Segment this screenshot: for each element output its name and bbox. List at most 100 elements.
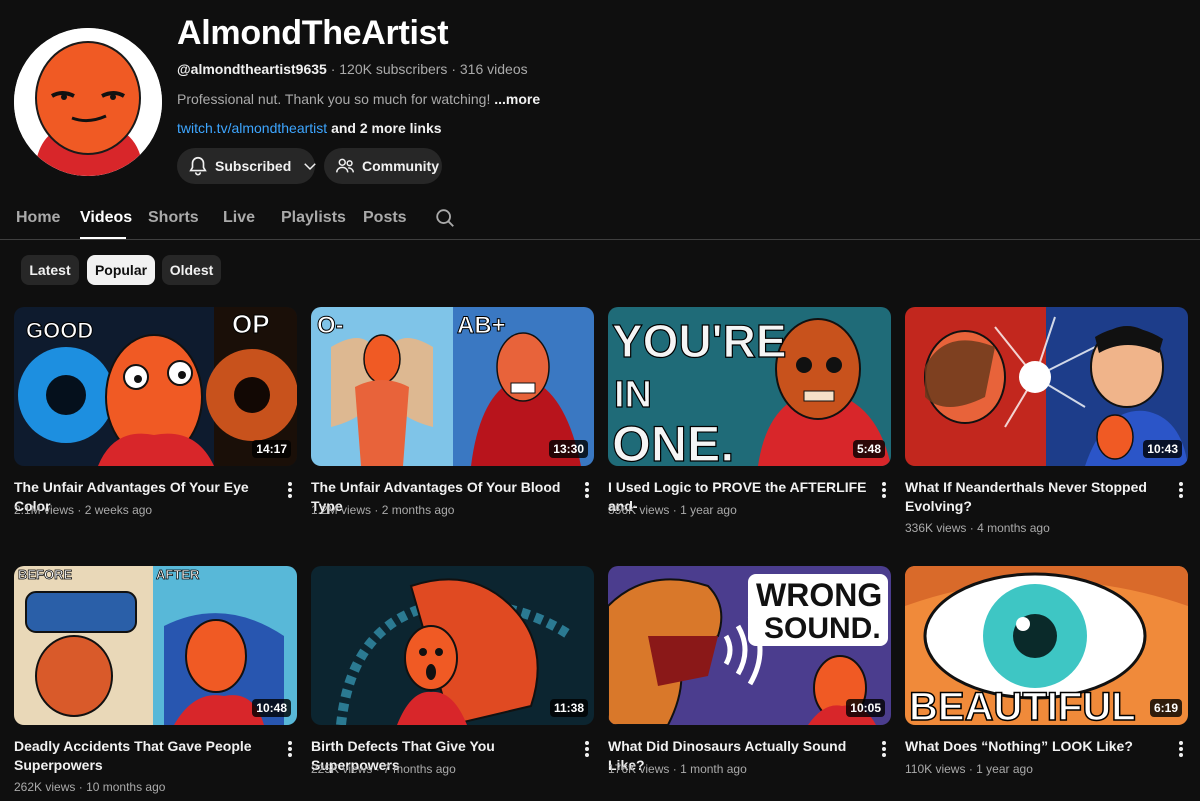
view-count: 176K views	[608, 762, 670, 776]
video-count: 316 videos	[459, 61, 528, 77]
video-duration: 14:17	[252, 440, 291, 458]
channel-links: twitch.tv/almondtheartist and 2 more lin…	[177, 120, 442, 136]
upload-age: 2 months ago	[381, 503, 455, 517]
video-duration: 6:19	[1149, 699, 1182, 717]
stats-separator: ·	[969, 521, 974, 535]
channel-avatar[interactable]	[14, 28, 162, 176]
subscribed-button[interactable]: Subscribed	[177, 148, 317, 184]
channel-description[interactable]: Professional nut. Thank you so much for …	[177, 91, 540, 107]
channel-name: AlmondTheArtist	[177, 14, 449, 52]
people-icon	[336, 158, 354, 173]
video-card[interactable]: WRONG SOUND. 10:05 What Did Dinosaurs Ac…	[608, 566, 891, 776]
channel-meta: @almondtheartist9635 · 120K subscribers …	[177, 61, 528, 77]
thumb-label: OP	[232, 309, 270, 339]
more-options-icon[interactable]	[579, 480, 595, 500]
upload-age: 7 months ago	[383, 762, 456, 776]
view-count: 336K views	[905, 521, 967, 535]
channel-handle: @almondtheartist9635	[177, 61, 327, 77]
upload-age: 2 weeks ago	[84, 503, 153, 517]
upload-age: 1 month ago	[680, 762, 747, 776]
stats-separator: ·	[968, 762, 973, 776]
video-thumbnail[interactable]: YOU'RE IN ONE. 5:48	[608, 307, 891, 466]
video-card[interactable]: YOU'RE IN ONE. 5:48 I Used Logic to PROV…	[608, 307, 891, 517]
bell-icon	[189, 156, 207, 176]
stats-separator: ·	[77, 503, 82, 517]
video-thumbnail[interactable]: GOOD OP 14:17	[14, 307, 297, 466]
tab-playlists[interactable]: Playlists	[281, 209, 346, 227]
view-count: 110K views	[905, 762, 966, 776]
stats-separator: ·	[375, 762, 380, 776]
video-duration: 10:05	[846, 699, 885, 717]
tab-posts[interactable]: Posts	[363, 209, 407, 227]
video-stats: 176K views · 1 month ago	[608, 762, 747, 776]
video-card[interactable]: BEAUTIFUL 6:19 What Does “Nothing” LOOK …	[905, 566, 1188, 776]
tab-shorts[interactable]: Shorts	[148, 209, 199, 227]
tab-live[interactable]: Live	[223, 209, 255, 227]
video-title[interactable]: Deadly Accidents That Gave People Superp…	[14, 737, 276, 775]
thumb-label: AFTER	[156, 567, 200, 582]
video-thumbnail[interactable]: 10:43	[905, 307, 1188, 466]
subscribed-label: Subscribed	[215, 158, 292, 174]
thumb-label: AB+	[457, 312, 506, 339]
thumb-label: O-	[317, 312, 344, 339]
video-duration: 10:43	[1143, 440, 1182, 458]
video-thumbnail[interactable]: WRONG SOUND. 10:05	[608, 566, 891, 725]
upload-age: 1 year ago	[680, 503, 737, 517]
subscriber-count: 120K subscribers	[339, 61, 448, 77]
more-options-icon[interactable]	[579, 739, 595, 759]
thumb-label: BEFORE	[18, 567, 73, 582]
video-card[interactable]: GOOD OP 14:17 The Unfair Advantages Of Y…	[14, 307, 297, 517]
view-count: 225K views	[311, 762, 373, 776]
video-duration: 11:38	[549, 699, 588, 717]
more-button[interactable]: ...more	[494, 91, 540, 107]
description-text: Professional nut. Thank you so much for …	[177, 91, 491, 107]
video-thumbnail[interactable]: 11:38	[311, 566, 594, 725]
view-count: 262K views	[14, 780, 76, 794]
video-stats: 225K views · 7 months ago	[311, 762, 456, 776]
upload-age: 1 year ago	[976, 762, 1033, 776]
video-thumbnail[interactable]: BEAUTIFUL 6:19	[905, 566, 1188, 725]
more-options-icon[interactable]	[876, 739, 892, 759]
video-title[interactable]: What If Neanderthals Never Stopped Evolv…	[905, 478, 1167, 516]
video-card[interactable]: 11:38 Birth Defects That Give You Superp…	[311, 566, 594, 776]
more-options-icon[interactable]	[1173, 739, 1189, 759]
twitch-link[interactable]: twitch.tv/almondtheartist	[177, 120, 327, 136]
view-count: 2.1M views	[14, 503, 75, 517]
more-options-icon[interactable]	[282, 739, 298, 759]
video-thumbnail[interactable]: O- AB+ 13:30	[311, 307, 594, 466]
video-stats: 1.2M views · 2 months ago	[311, 503, 454, 517]
upload-age: 4 months ago	[977, 521, 1050, 535]
community-button[interactable]: Community	[324, 148, 442, 184]
thumb-label: YOU'RE	[612, 315, 787, 367]
more-options-icon[interactable]	[282, 480, 298, 500]
channel-tabs: Home Videos Shorts Live Playlists Posts	[0, 198, 1200, 240]
video-card[interactable]: BEFORE AFTER 10:48 Deadly Accidents That…	[14, 566, 297, 794]
video-card[interactable]: 10:43 What If Neanderthals Never Stopped…	[905, 307, 1188, 535]
stats-separator: ·	[672, 762, 677, 776]
thumb-label: WRONG	[756, 577, 882, 613]
more-options-icon[interactable]	[1173, 480, 1189, 500]
video-stats: 336K views · 4 months ago	[905, 521, 1050, 535]
video-card[interactable]: O- AB+ 13:30 The Unfair Advantages Of Yo…	[311, 307, 594, 517]
more-links[interactable]: and 2 more links	[331, 120, 441, 136]
chip-oldest[interactable]: Oldest	[162, 255, 221, 285]
video-duration: 5:48	[852, 440, 885, 458]
meta-separator: ·	[451, 61, 456, 77]
meta-separator: ·	[330, 61, 336, 77]
video-title[interactable]: What Does “Nothing” LOOK Like?	[905, 737, 1167, 756]
stats-separator: ·	[78, 780, 83, 794]
tab-videos[interactable]: Videos	[80, 209, 132, 227]
more-options-icon[interactable]	[876, 480, 892, 500]
chip-latest[interactable]: Latest	[21, 255, 79, 285]
view-count: 1.2M views	[311, 503, 372, 517]
video-duration: 10:48	[252, 699, 291, 717]
stats-separator: ·	[374, 503, 379, 517]
view-count: 356K views	[608, 503, 670, 517]
search-icon[interactable]	[434, 207, 456, 229]
video-stats: 262K views · 10 months ago	[14, 780, 165, 794]
chip-popular[interactable]: Popular	[87, 255, 155, 285]
video-duration: 13:30	[549, 440, 588, 458]
tab-home[interactable]: Home	[16, 209, 60, 227]
thumb-label: BEAUTIFUL	[909, 685, 1136, 725]
video-thumbnail[interactable]: BEFORE AFTER 10:48	[14, 566, 297, 725]
